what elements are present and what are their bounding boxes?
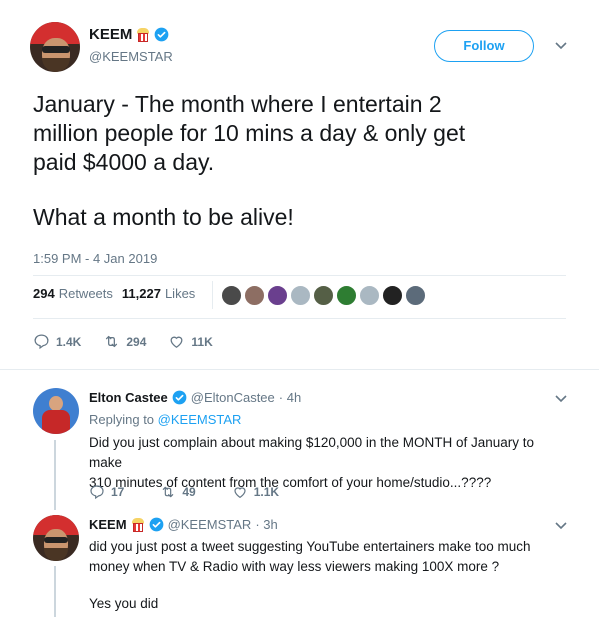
author-name-row[interactable]: KEEM <box>89 26 169 43</box>
liker-avatar[interactable] <box>382 284 403 306</box>
liker-avatar[interactable] <box>290 284 311 306</box>
like-button[interactable]: 1.1K <box>232 484 279 500</box>
author-name[interactable]: KEEM <box>89 26 132 43</box>
retweet-button[interactable]: 49 <box>160 484 196 500</box>
popcorn-icon <box>131 517 145 532</box>
likes-label[interactable]: Likes <box>165 286 195 301</box>
liker-avatar[interactable] <box>221 284 242 306</box>
tweet-text-line: paid $4000 a day. <box>33 149 215 175</box>
author-avatar[interactable] <box>30 22 80 72</box>
replying-to-label: Replying to <box>89 412 155 427</box>
author-handle[interactable]: @KEEMSTAR <box>89 49 173 64</box>
verified-icon <box>172 390 187 405</box>
reply-author-handle[interactable]: @EltonCastee <box>191 390 275 405</box>
reply-actions: 17 49 1.1K <box>89 484 315 500</box>
retweet-count: 49 <box>182 485 196 499</box>
reply-icon <box>34 334 49 350</box>
liker-avatar[interactable] <box>313 284 334 306</box>
reply-author-name[interactable]: Elton Castee <box>89 390 168 405</box>
liker-avatar[interactable] <box>244 284 265 306</box>
verified-icon <box>154 27 169 42</box>
liker-avatar[interactable] <box>336 284 357 306</box>
reply-header: Elton Castee @EltonCastee · 4h <box>89 390 301 405</box>
reply-author-avatar[interactable] <box>33 515 79 561</box>
divider <box>33 275 566 276</box>
like-count: 11K <box>191 334 213 349</box>
tweet-text-line: million people for 10 mins a day & only … <box>33 120 466 146</box>
retweet-button[interactable]: 294 <box>103 333 146 350</box>
replying-to-mention[interactable]: @KEEMSTAR <box>158 412 242 427</box>
liker-avatar[interactable] <box>267 284 288 306</box>
reply-count: 17 <box>111 485 125 499</box>
thread-line <box>54 440 56 510</box>
divider <box>0 369 599 370</box>
chevron-down-icon[interactable] <box>555 522 567 530</box>
heart-icon <box>234 487 246 499</box>
reply-count: 1.4K <box>56 334 82 349</box>
heart-icon <box>170 336 183 348</box>
replying-to: Replying to @KEEMSTAR <box>89 412 241 427</box>
liker-avatars <box>212 281 426 309</box>
chevron-down-icon[interactable] <box>555 42 567 50</box>
retweets-label[interactable]: Retweets <box>59 286 113 301</box>
retweet-icon <box>163 486 174 498</box>
reply-time[interactable]: · 3h <box>255 517 277 532</box>
reply-header: KEEM @KEEMSTAR · 3h <box>89 517 278 532</box>
reply-text-line: Did you just complain about making $120,… <box>89 435 534 470</box>
tweet-text-line: What a month to be alive! <box>33 204 294 230</box>
tweet-actions: 1.4K 294 11K <box>33 333 235 350</box>
liker-avatar[interactable] <box>405 284 426 306</box>
reply-text-line: did you just post a tweet suggesting You… <box>89 539 531 554</box>
thread-line <box>54 566 56 617</box>
reply-text-line: Yes you did <box>89 596 159 611</box>
follow-button[interactable]: Follow <box>434 30 534 62</box>
verified-icon <box>149 517 163 532</box>
chevron-down-icon[interactable] <box>555 395 567 403</box>
reply-author-name[interactable]: KEEM <box>89 517 127 532</box>
reply-text-line: money when TV & Radio with way less view… <box>89 559 500 574</box>
popcorn-icon <box>136 27 150 42</box>
retweet-icon <box>106 335 118 348</box>
engagement-stats: 294 Retweets 11,227 Likes <box>33 286 204 301</box>
tweet-text: January - The month where I entertain 2 … <box>33 90 573 177</box>
reply-time[interactable]: · 4h <box>279 390 301 405</box>
reply-author-avatar[interactable] <box>33 388 79 434</box>
tweet-text-line: January - The month where I entertain 2 <box>33 91 442 117</box>
likes-count[interactable]: 11,227 <box>122 286 161 301</box>
retweets-count[interactable]: 294 <box>33 286 55 301</box>
like-button[interactable]: 11K <box>168 333 213 350</box>
reply-button[interactable]: 17 <box>89 484 124 500</box>
divider <box>33 318 566 319</box>
reply-text: did you just post a tweet suggesting You… <box>89 537 569 577</box>
reply-icon <box>90 485 104 500</box>
like-count: 1.1K <box>253 485 280 499</box>
reply-author-handle[interactable]: @KEEMSTAR <box>168 517 252 532</box>
retweet-count: 294 <box>126 334 147 349</box>
tweet-timestamp[interactable]: 1:59 PM - 4 Jan 2019 <box>33 251 157 266</box>
liker-avatar[interactable] <box>359 284 380 306</box>
reply-button[interactable]: 1.4K <box>33 333 81 350</box>
